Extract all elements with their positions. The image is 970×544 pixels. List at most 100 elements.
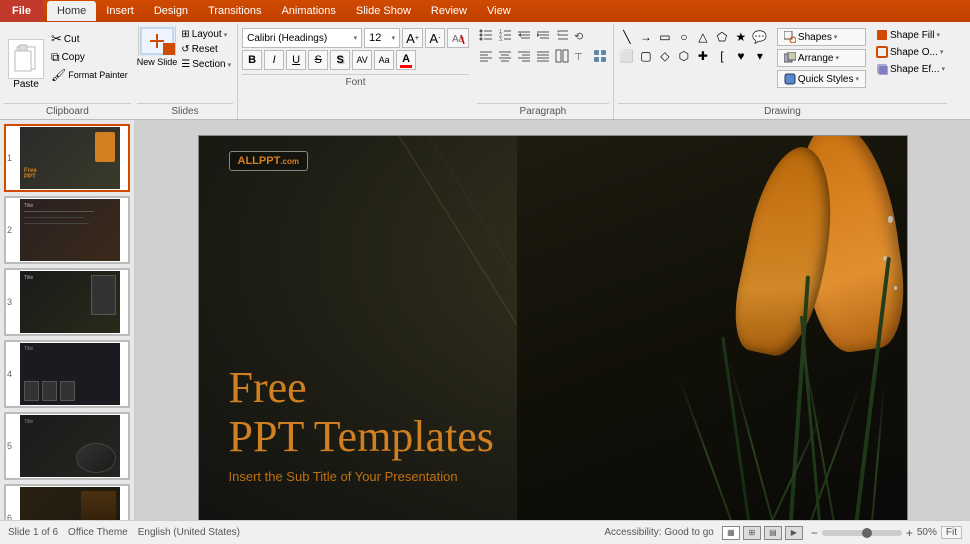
new-slide-button[interactable]: New Slide [137,26,178,67]
shape-rounded-rect[interactable]: ▢ [637,47,655,65]
tab-view[interactable]: View [477,1,521,21]
slideshow-button[interactable]: ▶ [785,526,803,540]
accessibility-status: Accessibility: Good to go [604,527,714,538]
slide-panel: 1 FreePPT 2 Title 3 Title [0,120,135,520]
shape-plus[interactable]: ✚ [694,47,712,65]
tab-slideshow[interactable]: Slide Show [346,1,421,21]
text-case-button[interactable]: Aa [374,50,394,70]
slide-thumb-2[interactable]: 2 Title [4,196,130,264]
format-painter-button[interactable]: 🖌 Format Painter [48,67,131,83]
svg-text:⟲: ⟲ [574,31,583,42]
italic-button[interactable]: I [264,50,284,70]
file-tab[interactable]: File [0,0,43,22]
slides-content: New Slide ⊞ Layout ▾ ↺ Reset ☰ Section [137,26,233,101]
flower-area [517,136,906,520]
slide-thumbnail-4: Title [20,343,120,405]
bold-button[interactable]: B [242,50,262,70]
shape-star[interactable]: ★ [732,28,750,46]
reading-view-button[interactable]: ▤ [764,526,782,540]
slide-thumb-1[interactable]: 1 FreePPT [4,124,130,192]
tab-home[interactable]: Home [47,1,96,21]
shape-oval[interactable]: ○ [675,28,693,46]
font-color-button[interactable]: A [396,50,416,70]
slide-canvas[interactable]: ALLPPT.com Free PPT Templates Insert the… [198,135,908,520]
slide-thumb-4[interactable]: 4 Title [4,340,130,408]
arrange-button[interactable]: Arrange ▾ [777,49,866,67]
shape-bracket[interactable]: [ [713,47,731,65]
shape-fill-button[interactable]: Shape Fill ▾ [874,28,947,42]
slide-thumb-5[interactable]: 5 Title [4,412,130,480]
status-right: Accessibility: Good to go ▦ ⊞ ▤ ▶ − + 50… [604,526,962,540]
copy-button[interactable]: ⧉ Copy [48,49,131,66]
numbering-button[interactable]: 1.2.3. [496,26,514,44]
normal-view-button[interactable]: ▦ [722,526,740,540]
tab-transitions[interactable]: Transitions [198,1,271,21]
cut-button[interactable]: ✂ Cut [48,30,131,48]
shape-arrow[interactable]: → [637,28,655,46]
shapes-dropdown-arrow: ▾ [834,33,838,41]
font-group: Calibri (Headings) ▾ 12 ▾ A+ A- Aa B I U… [238,24,473,119]
align-center-button[interactable] [496,47,514,65]
quick-styles-button[interactable]: Quick Styles ▾ [777,70,866,88]
shape-heart[interactable]: ♥ [732,47,750,65]
font-name-selector[interactable]: Calibri (Headings) ▾ [242,28,362,48]
align-left-button[interactable] [477,47,495,65]
slide-thumb-3[interactable]: 3 Title [4,268,130,336]
shape-rect[interactable]: ▭ [656,28,674,46]
increase-indent-button[interactable] [534,26,552,44]
bullets-button[interactable] [477,26,495,44]
shape-line[interactable]: ╲ [618,28,636,46]
text-shadow-button[interactable]: S [330,50,350,70]
shape-effects-button[interactable]: Shape Ef... ▾ [874,62,947,76]
shape-outline-button[interactable]: Shape O... ▾ [874,45,947,59]
tab-insert[interactable]: Insert [96,1,144,21]
align-text-button[interactable]: ⊤ [572,47,590,65]
strikethrough-button[interactable]: S [308,50,328,70]
svg-text:⊤: ⊤ [574,52,583,63]
zoom-slider[interactable] [822,530,902,536]
tab-review[interactable]: Review [421,1,477,21]
increase-font-button[interactable]: A+ [402,28,423,48]
columns-button[interactable] [553,47,571,65]
slide-thumbnail-2: Title [20,199,120,261]
smartart-button[interactable] [591,47,609,65]
underline-button[interactable]: U [286,50,306,70]
shape-callout[interactable]: 💬 [751,28,769,46]
tab-design[interactable]: Design [144,1,198,21]
section-button[interactable]: ☰ Section ▾ [179,58,233,71]
fit-page-button[interactable]: Fit [941,526,962,539]
zoom-in-button[interactable]: + [906,526,913,540]
shapes-button[interactable]: Shapes ▾ [777,28,866,46]
decrease-indent-button[interactable] [515,26,533,44]
slide-text-area[interactable]: Free PPT Templates Insert the Sub Title … [229,364,494,484]
font-label: Font [242,74,469,90]
para-row2: ⊤ [477,47,609,65]
shape-triangle[interactable]: △ [694,28,712,46]
shape-pentagon[interactable]: ⬠ [713,28,731,46]
align-right-button[interactable] [515,47,533,65]
paste-button[interactable]: Paste [4,28,48,101]
shape-hexagon[interactable]: ⬡ [675,47,693,65]
slide-thumb-6[interactable]: 6 Title [4,484,130,520]
shape-more[interactable]: ▾ [751,47,769,65]
zoom-out-button[interactable]: − [811,526,818,540]
char-spacing-button[interactable]: AV [352,50,372,70]
line-spacing-button[interactable]: ↕ [553,26,571,44]
text-direction-button[interactable]: ⟲ [572,26,590,44]
clear-format-button[interactable]: Aa [447,28,469,48]
paragraph-group: 1.2.3. ↕ ⟲ [473,24,614,119]
canvas-area: ALLPPT.com Free PPT Templates Insert the… [135,120,970,520]
justify-button[interactable] [534,47,552,65]
layout-button[interactable]: ⊞ Layout ▾ [179,28,233,41]
new-slide-label: New Slide [137,57,178,67]
reset-button[interactable]: ↺ Reset [179,43,233,56]
shape-rect2[interactable]: ⬜ [618,47,636,65]
tab-animations[interactable]: Animations [271,1,345,21]
slide-sorter-button[interactable]: ⊞ [743,526,761,540]
clipboard-small-buttons: ✂ Cut ⧉ Copy 🖌 Format Painter [48,28,131,101]
shape-diamond[interactable]: ◇ [656,47,674,65]
main-area: 1 FreePPT 2 Title 3 Title [0,120,970,520]
font-size-selector[interactable]: 12 ▾ [364,28,400,48]
decrease-font-button[interactable]: A- [425,28,445,48]
zoom-thumb [862,528,872,538]
